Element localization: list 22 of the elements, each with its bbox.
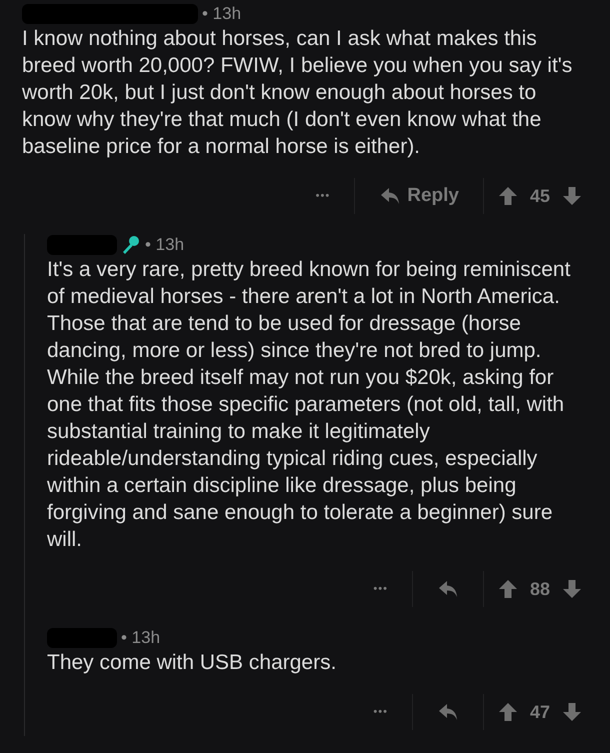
downvote-icon[interactable] <box>562 579 582 599</box>
comment-text: They come with USB chargers. <box>47 650 338 676</box>
downvote-icon[interactable] <box>562 702 582 722</box>
reply-arrow-icon <box>379 186 402 206</box>
upvote-icon[interactable] <box>498 579 518 599</box>
more-button[interactable]: ••• <box>363 706 398 718</box>
vote-score: 47 <box>530 702 550 722</box>
upvote-icon[interactable] <box>498 702 518 722</box>
more-button[interactable]: ••• <box>363 583 398 595</box>
reply-button[interactable]: Reply <box>369 185 469 207</box>
comment-time: • 13h <box>202 4 242 24</box>
downvote-icon[interactable] <box>562 186 582 206</box>
vote-score: 88 <box>530 578 550 600</box>
comment-time: • 13h <box>121 628 160 648</box>
comment-text: It's a very rare, pretty breed known for being reminiscent of medieval horses - there aren't a lot in North America. Those that are tend to be used for dressage (horse dancing, more or less) since they're not bred to jump. While the breed itself may not run you $20k, asking for one that fits those specific parameters (not old, tall, with substantial training to make it legitimately rideable/understanding typical riding cues, especially within a certain discipline like dressage, plus being forgiving and sane enough to tolerate a beginner) sure will. <box>47 257 572 553</box>
reply-arrow-icon <box>436 579 459 599</box>
comment-time: • 13h <box>145 235 184 255</box>
comment-text: I know nothing about horses, can I ask what makes this breed worth 20,000? FWIW, I believe you when you say it's worth 20k, but I just don't know enough about horses to know why they're that much (I don't even know what the baseline price for a normal horse is either). <box>22 26 574 160</box>
upvote-icon[interactable] <box>498 186 518 206</box>
vote-score: 45 <box>530 186 550 206</box>
more-button[interactable]: ••• <box>306 190 340 202</box>
reply-arrow-icon <box>436 702 459 722</box>
